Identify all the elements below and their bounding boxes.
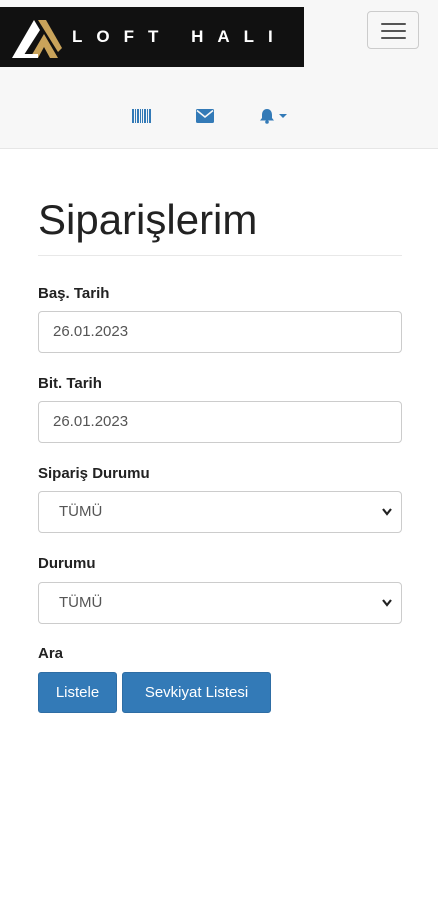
shipment-list-button[interactable]: Sevkiyat Listesi [122,672,271,713]
search-label: Ara [38,645,64,662]
list-button[interactable]: Listele [38,672,117,713]
start-date-label: Baş. Tarih [38,285,110,302]
brand-name: LOFT HALI [72,27,287,46]
order-status-label: Sipariş Durumu [38,465,150,482]
end-date-value: 26.01.2023 [53,413,129,430]
navbar: LOFT HALI [0,0,438,149]
brand-mark-icon [12,20,62,58]
title-divider [38,255,402,256]
menu-toggle-button[interactable] [367,11,419,49]
hamburger-icon [381,23,406,25]
bell-icon[interactable] [259,104,289,128]
order-status-select[interactable]: TÜMÜ [38,491,402,533]
end-date-input[interactable]: 26.01.2023 [38,401,402,443]
start-date-input[interactable]: 26.01.2023 [38,311,402,353]
barcode-icon[interactable] [132,104,152,128]
page-title: Siparişlerim [38,196,258,243]
brand-logo[interactable]: LOFT HALI [0,7,304,67]
envelope-icon[interactable] [196,104,214,128]
end-date-label: Bit. Tarih [38,375,102,392]
button-group: Listele Sevkiyat Listesi [38,672,402,713]
orders-form: Siparişlerim Baş. Tarih 26.01.2023 Bit. … [38,190,402,713]
start-date-value: 26.01.2023 [53,323,129,340]
status-select[interactable]: TÜMÜ [38,582,402,624]
header-icons [0,104,438,128]
status-selected: TÜMÜ [59,594,103,611]
order-status-selected: TÜMÜ [59,503,103,520]
chevron-down-icon [382,508,392,516]
chevron-down-icon [382,599,392,607]
status-label: Durumu [38,555,96,572]
